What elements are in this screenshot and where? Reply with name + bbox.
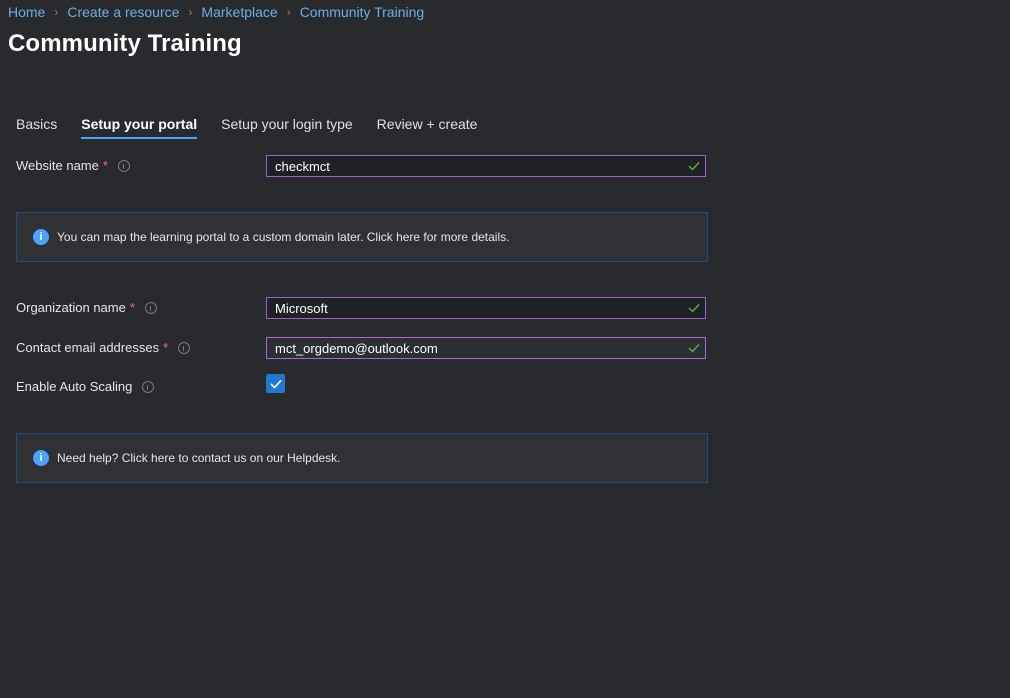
info-circle-icon: i bbox=[33, 229, 49, 245]
breadcrumb-create-resource[interactable]: Create a resource bbox=[67, 4, 179, 20]
check-icon bbox=[688, 343, 700, 353]
website-name-value: checkmct bbox=[275, 158, 330, 174]
chevron-right-icon: › bbox=[286, 5, 291, 19]
organization-name-value: Microsoft bbox=[275, 300, 328, 316]
custom-domain-banner[interactable]: i You can map the learning portal to a c… bbox=[16, 212, 708, 262]
contact-email-row: Contact email addresses * bbox=[16, 340, 191, 355]
tab-review-create[interactable]: Review + create bbox=[377, 116, 478, 139]
required-asterisk: * bbox=[102, 158, 108, 173]
contact-email-input[interactable]: mct_orgdemo@outlook.com bbox=[266, 337, 706, 359]
custom-domain-banner-text: You can map the learning portal to a cus… bbox=[57, 230, 510, 244]
organization-name-input[interactable]: Microsoft bbox=[266, 297, 706, 319]
helpdesk-banner[interactable]: i Need help? Click here to contact us on… bbox=[16, 433, 708, 483]
tab-setup-login-type[interactable]: Setup your login type bbox=[221, 116, 353, 139]
info-icon[interactable] bbox=[117, 159, 130, 172]
tab-setup-portal[interactable]: Setup your portal bbox=[81, 116, 197, 139]
page-title: Community Training bbox=[8, 30, 242, 57]
breadcrumb-marketplace[interactable]: Marketplace bbox=[201, 4, 277, 20]
contact-email-value: mct_orgdemo@outlook.com bbox=[275, 340, 438, 356]
auto-scaling-label: Enable Auto Scaling bbox=[16, 379, 133, 394]
breadcrumb-community-training[interactable]: Community Training bbox=[300, 4, 425, 20]
check-icon bbox=[688, 161, 700, 171]
check-icon bbox=[688, 303, 700, 313]
checkmark-icon bbox=[269, 379, 282, 389]
organization-name-label: Organization name bbox=[16, 300, 126, 315]
breadcrumb-home[interactable]: Home bbox=[8, 4, 45, 20]
info-icon[interactable] bbox=[142, 380, 155, 393]
info-circle-icon: i bbox=[33, 450, 49, 466]
website-name-row: Website name * bbox=[16, 158, 130, 173]
chevron-right-icon: › bbox=[54, 5, 59, 19]
tab-basics[interactable]: Basics bbox=[16, 116, 57, 139]
breadcrumb: Home › Create a resource › Marketplace ›… bbox=[8, 4, 424, 20]
tab-bar: Basics Setup your portal Setup your logi… bbox=[16, 116, 501, 139]
auto-scaling-row: Enable Auto Scaling bbox=[16, 379, 155, 394]
helpdesk-banner-text: Need help? Click here to contact us on o… bbox=[57, 451, 341, 465]
website-name-input[interactable]: checkmct bbox=[266, 155, 706, 177]
auto-scaling-checkbox[interactable] bbox=[266, 374, 285, 393]
page: Home › Create a resource › Marketplace ›… bbox=[0, 0, 1010, 698]
info-icon[interactable] bbox=[178, 341, 191, 354]
required-asterisk: * bbox=[129, 300, 135, 315]
info-icon[interactable] bbox=[144, 301, 157, 314]
contact-email-label: Contact email addresses bbox=[16, 340, 160, 355]
chevron-right-icon: › bbox=[188, 5, 193, 19]
required-asterisk: * bbox=[163, 340, 169, 355]
organization-name-row: Organization name * bbox=[16, 300, 157, 315]
website-name-label: Website name bbox=[16, 158, 99, 173]
